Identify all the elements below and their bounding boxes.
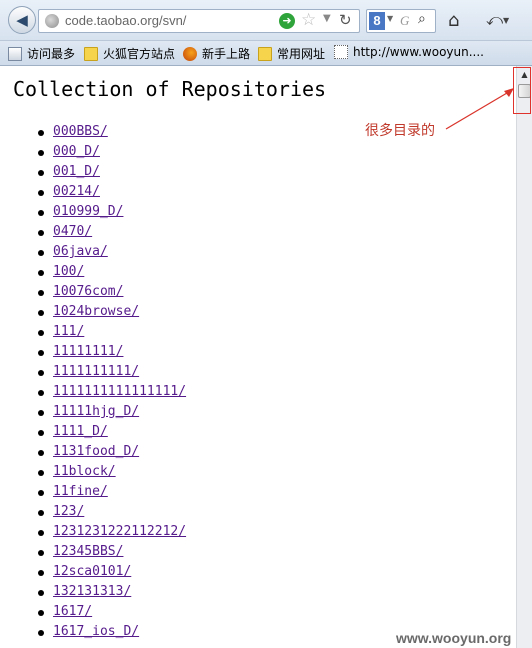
annotation-arrow-icon (445, 88, 514, 130)
search-engine-dropdown-icon[interactable]: ▼ (387, 14, 393, 23)
repository-link[interactable]: 001_D/ (53, 164, 100, 179)
bullet-icon (38, 510, 44, 516)
bullet-icon (38, 150, 44, 156)
repository-link[interactable]: 10076com/ (53, 284, 123, 299)
bullet-icon (38, 430, 44, 436)
bookmark-star-icon[interactable]: ☆ (301, 11, 316, 29)
bookmark-firefox-official[interactable]: 火狐官方站点 (84, 45, 175, 62)
bullet-icon (38, 470, 44, 476)
repository-link[interactable]: 1111111111/ (53, 364, 139, 379)
watermark: www.wooyun.org (396, 630, 512, 646)
bullet-icon (38, 270, 44, 276)
repository-link[interactable]: 100/ (53, 264, 84, 279)
repository-link[interactable]: 1111_D/ (53, 424, 108, 439)
search-placeholder[interactable]: G (400, 13, 409, 29)
history-icon[interactable]: ⤺ (486, 10, 503, 30)
bullet-icon (38, 130, 44, 136)
bullet-icon (38, 190, 44, 196)
blank-page-icon (334, 45, 348, 59)
repository-link[interactable]: 123/ (53, 504, 84, 519)
repository-link[interactable]: 132131313/ (53, 584, 131, 599)
repository-link[interactable]: 1111111111111111/ (53, 384, 186, 399)
bookmark-label: 新手上路 (202, 47, 251, 61)
bullet-icon (38, 210, 44, 216)
repository-link[interactable]: 1131food_D/ (53, 444, 139, 459)
repository-link[interactable]: 11111111/ (53, 344, 123, 359)
repository-link[interactable]: 1024browse/ (53, 304, 139, 319)
bullet-icon (38, 570, 44, 576)
folder-icon (84, 46, 98, 61)
bookmark-most-visited[interactable]: 访问最多 (8, 45, 75, 62)
vertical-scrollbar[interactable]: ▲ (516, 66, 532, 648)
repository-link[interactable]: 11111hjg_D/ (53, 404, 139, 419)
search-bar[interactable]: 8 ▼ G ⌕ (366, 9, 436, 33)
bookmark-wooyun[interactable]: http://www.wooyun.... (334, 45, 484, 59)
bullet-icon (38, 310, 44, 316)
bullet-icon (38, 630, 44, 636)
bullet-icon (38, 230, 44, 236)
home-icon[interactable]: ⌂ (448, 10, 459, 31)
repository-link[interactable]: 1231231222112212/ (53, 524, 186, 539)
search-engine-icon[interactable]: 8 (369, 12, 385, 30)
bullet-icon (38, 490, 44, 496)
bookmark-icon (8, 46, 22, 61)
repository-link[interactable]: 11block/ (53, 464, 116, 479)
bookmark-label: 访问最多 (27, 47, 76, 61)
repository-link[interactable]: 06java/ (53, 244, 108, 259)
bullet-icon (38, 450, 44, 456)
firefox-icon (183, 46, 197, 61)
reload-icon[interactable]: ↻ (339, 11, 352, 29)
bullet-icon (38, 390, 44, 396)
repository-link[interactable]: 1617_ios_D/ (53, 624, 139, 639)
bullet-icon (38, 530, 44, 536)
repository-link[interactable]: 0470/ (53, 224, 92, 239)
bullet-icon (38, 170, 44, 176)
repository-link[interactable]: 000_D/ (53, 144, 100, 159)
bookmark-common-sites[interactable]: 常用网址 (258, 45, 325, 62)
repository-link[interactable]: 111/ (53, 324, 84, 339)
repository-link[interactable]: 12345BBS/ (53, 544, 123, 559)
annotation-label: 很多目录的 (365, 123, 435, 139)
bullet-icon (38, 550, 44, 556)
site-identity-icon[interactable] (45, 14, 59, 28)
page-content: Collection of Repositories 000BBS/000_D/… (0, 66, 516, 648)
repository-link[interactable]: 000BBS/ (53, 124, 108, 139)
url-text[interactable]: code.taobao.org/svn/ (65, 13, 186, 28)
bullet-icon (38, 590, 44, 596)
address-bar[interactable]: code.taobao.org/svn/ ➜ ☆ ▼ ↻ (38, 9, 360, 33)
repository-link[interactable]: 1617/ (53, 604, 92, 619)
go-arrow-icon[interactable]: ➜ (279, 13, 295, 29)
bookmark-label: http://www.wooyun.... (353, 45, 484, 59)
navigation-toolbar: ◀ code.taobao.org/svn/ ➜ ☆ ▼ ↻ 8 ▼ G ⌕ ⌂… (0, 0, 532, 41)
repository-link[interactable]: 11fine/ (53, 484, 108, 499)
bullet-icon (38, 250, 44, 256)
bookmark-label: 火狐官方站点 (103, 47, 176, 61)
page-title: Collection of Repositories (13, 77, 327, 101)
repository-link[interactable]: 12sca0101/ (53, 564, 131, 579)
bullet-icon (38, 350, 44, 356)
url-dropdown-icon[interactable]: ▼ (323, 13, 331, 24)
bookmark-label: 常用网址 (277, 47, 326, 61)
bullet-icon (38, 410, 44, 416)
bullet-icon (38, 370, 44, 376)
bullet-icon (38, 610, 44, 616)
bookmarks-toolbar: 访问最多 火狐官方站点 新手上路 常用网址 http://www.wooyun.… (0, 41, 532, 66)
folder-icon (258, 46, 272, 61)
bookmark-getting-started[interactable]: 新手上路 (183, 45, 250, 62)
back-arrow-icon: ◀ (16, 11, 28, 29)
history-dropdown-icon[interactable]: ▼ (503, 16, 509, 25)
magnifier-icon[interactable]: ⌕ (418, 11, 426, 27)
repository-link[interactable]: 00214/ (53, 184, 100, 199)
back-button[interactable]: ◀ (8, 6, 36, 34)
bullet-icon (38, 290, 44, 296)
bullet-icon (38, 330, 44, 336)
repository-link[interactable]: 010999_D/ (53, 204, 123, 219)
